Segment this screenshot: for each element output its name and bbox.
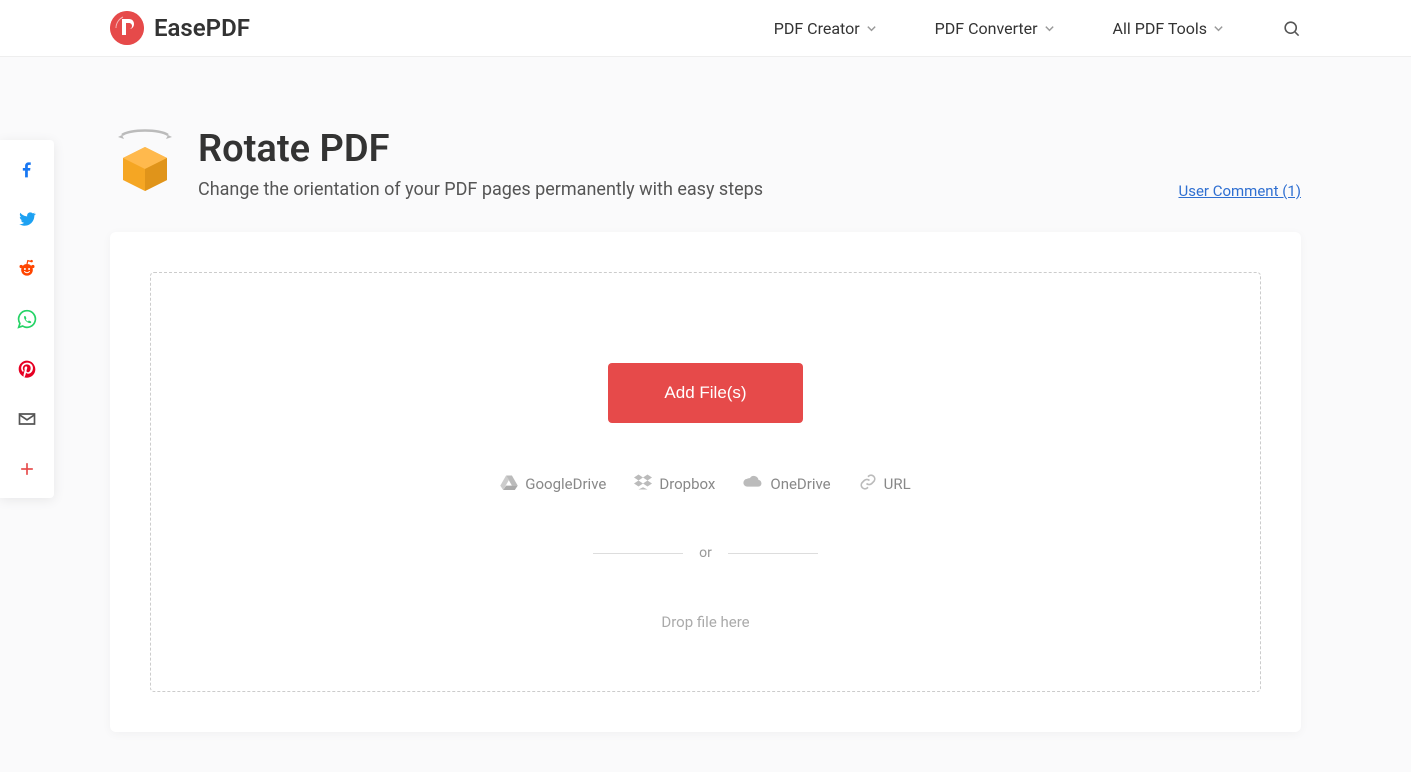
source-label: OneDrive [770,475,830,493]
rotate-pdf-icon [110,127,180,197]
logo[interactable]: EasePDF [110,11,250,45]
source-label: Dropbox [659,475,715,493]
dropbox-icon [634,474,652,494]
page-title: Rotate PDF [198,127,763,171]
googledrive-icon [500,474,518,494]
pinterest-icon[interactable] [16,358,38,380]
nav-pdf-creator[interactable]: PDF Creator [774,19,877,38]
nav-pdf-converter[interactable]: PDF Converter [935,19,1055,38]
nav-item-label: All PDF Tools [1113,19,1207,38]
logo-text: EasePDF [154,14,250,42]
header: EasePDF PDF Creator PDF Converter All PD… [0,0,1411,57]
divider-line [593,553,683,554]
search-icon[interactable] [1282,19,1301,38]
source-googledrive[interactable]: GoogleDrive [500,473,606,495]
title-column: Rotate PDF Change the orientation of you… [198,127,763,200]
drop-file-label: Drop file here [191,613,1220,631]
page-subtitle: Change the orientation of your PDF pages… [198,179,763,200]
chevron-down-icon [866,23,877,34]
source-dropbox[interactable]: Dropbox [634,473,715,495]
link-icon [859,473,877,495]
reddit-icon[interactable] [16,258,38,280]
source-url[interactable]: URL [859,473,911,495]
nav: PDF Creator PDF Converter All PDF Tools [774,19,1301,38]
onedrive-icon [743,475,763,493]
source-row: GoogleDrive Dropbox OneDrive URL [191,473,1220,495]
or-divider: or [191,545,1220,561]
chevron-down-icon [1044,23,1055,34]
email-icon[interactable] [16,408,38,430]
or-label: or [699,545,712,561]
page: Rotate PDF Change the orientation of you… [0,57,1411,772]
social-sidebar [0,140,54,498]
source-label: GoogleDrive [525,475,606,493]
facebook-icon[interactable] [16,158,38,180]
source-onedrive[interactable]: OneDrive [743,473,830,495]
source-label: URL [884,475,911,493]
logo-icon [110,11,144,45]
chevron-down-icon [1213,23,1224,34]
nav-all-pdf-tools[interactable]: All PDF Tools [1113,19,1224,38]
add-files-button[interactable]: Add File(s) [608,363,802,423]
user-comment-link[interactable]: User Comment (1) [1178,182,1301,200]
whatsapp-icon[interactable] [16,308,38,330]
nav-item-label: PDF Converter [935,19,1038,38]
dropzone[interactable]: Add File(s) GoogleDrive Dropbox OneDrive… [150,272,1261,692]
more-icon[interactable] [16,458,38,480]
twitter-icon[interactable] [16,208,38,230]
divider-line [728,553,818,554]
upload-card: Add File(s) GoogleDrive Dropbox OneDrive… [110,232,1301,732]
title-row: Rotate PDF Change the orientation of you… [110,127,1301,200]
nav-item-label: PDF Creator [774,19,860,38]
